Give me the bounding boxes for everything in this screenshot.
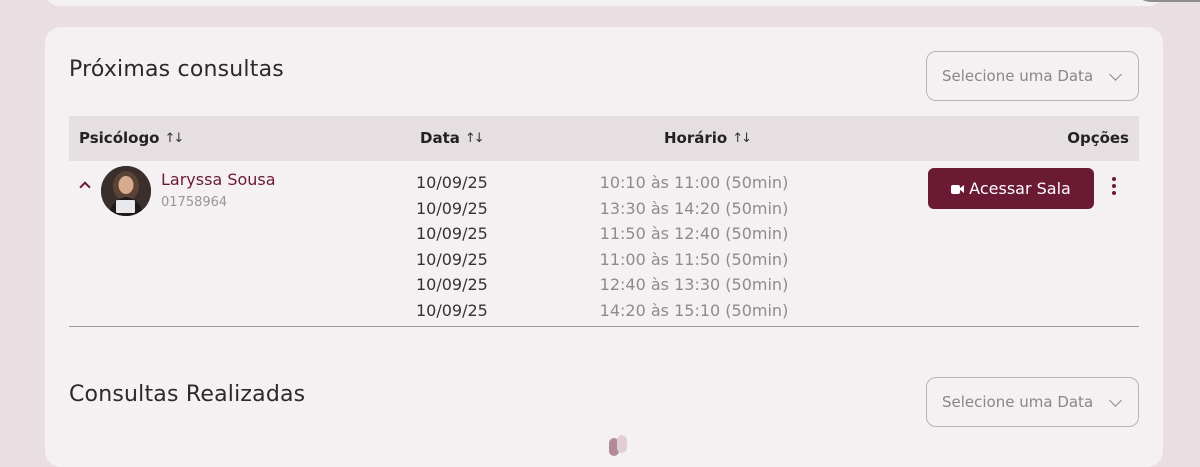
chevron-down-icon — [1109, 394, 1122, 407]
column-options: Opções — [1067, 129, 1129, 147]
column-psychologist[interactable]: Psicólogo ↑↓ — [79, 129, 185, 147]
chevron-down-icon — [1109, 68, 1122, 81]
chevron-up-icon[interactable] — [79, 181, 91, 193]
column-date[interactable]: Data ↑↓ — [420, 129, 485, 147]
sort-icon[interactable]: ↑↓ — [732, 131, 752, 146]
date-value: 10/09/25 — [416, 275, 488, 294]
time-value: 13:30 às 14:20 (50min) — [599, 198, 789, 218]
appointments-card: Próximas consultas Selecione uma Data Ps… — [45, 27, 1163, 467]
upcoming-title: Próximas consultas — [69, 57, 284, 82]
time-value: 11:50 às 12:40 (50min) — [599, 224, 789, 243]
date-value: 10/09/25 — [416, 198, 488, 218]
column-time-label: Horário — [664, 129, 728, 147]
upcoming-date-select[interactable]: Selecione uma Data — [926, 51, 1139, 101]
loading-icon — [605, 435, 633, 463]
table-row: Laryssa Sousa 01758964 10/09/25 10/09/25… — [69, 161, 1139, 327]
psychologist-code: 01758964 — [161, 195, 228, 210]
avatar-image — [101, 166, 151, 216]
sort-icon[interactable]: ↑↓ — [465, 131, 485, 146]
column-psychologist-label: Psicólogo — [79, 129, 160, 147]
date-value: 10/09/25 — [416, 224, 488, 243]
avatar — [101, 166, 151, 216]
more-options-icon[interactable] — [1108, 177, 1120, 199]
previous-card — [45, 0, 1163, 6]
time-value: 12:40 às 13:30 (50min) — [599, 275, 789, 294]
date-list: 10/09/25 10/09/25 10/09/25 10/09/25 10/0… — [416, 170, 488, 323]
time-value: 11:00 às 11:50 (50min) — [599, 249, 789, 269]
date-value: 10/09/25 — [416, 300, 488, 320]
access-room-label: Acessar Sala — [969, 179, 1071, 198]
column-time[interactable]: Horário ↑↓ — [664, 129, 752, 147]
sort-icon[interactable]: ↑↓ — [165, 131, 185, 146]
date-select-placeholder: Selecione uma Data — [942, 393, 1094, 411]
access-room-button[interactable]: Acessar Sala — [928, 168, 1094, 209]
completed-title: Consultas Realizadas — [69, 382, 306, 407]
column-date-label: Data — [420, 129, 460, 147]
time-value: 14:20 às 15:10 (50min) — [599, 300, 789, 320]
completed-date-select[interactable]: Selecione uma Data — [926, 377, 1139, 427]
table-header: Psicólogo ↑↓ Data ↑↓ Horário ↑↓ Opções — [69, 116, 1139, 161]
date-value: 10/09/25 — [416, 173, 488, 192]
psychologist-name[interactable]: Laryssa Sousa — [161, 170, 276, 189]
date-value: 10/09/25 — [416, 249, 488, 269]
video-camera-icon — [951, 184, 965, 194]
column-options-label: Opções — [1067, 129, 1129, 147]
date-select-placeholder: Selecione uma Data — [942, 67, 1094, 85]
time-list: 10:10 às 11:00 (50min) 13:30 às 14:20 (5… — [579, 170, 809, 323]
time-value: 10:10 às 11:00 (50min) — [599, 173, 789, 192]
